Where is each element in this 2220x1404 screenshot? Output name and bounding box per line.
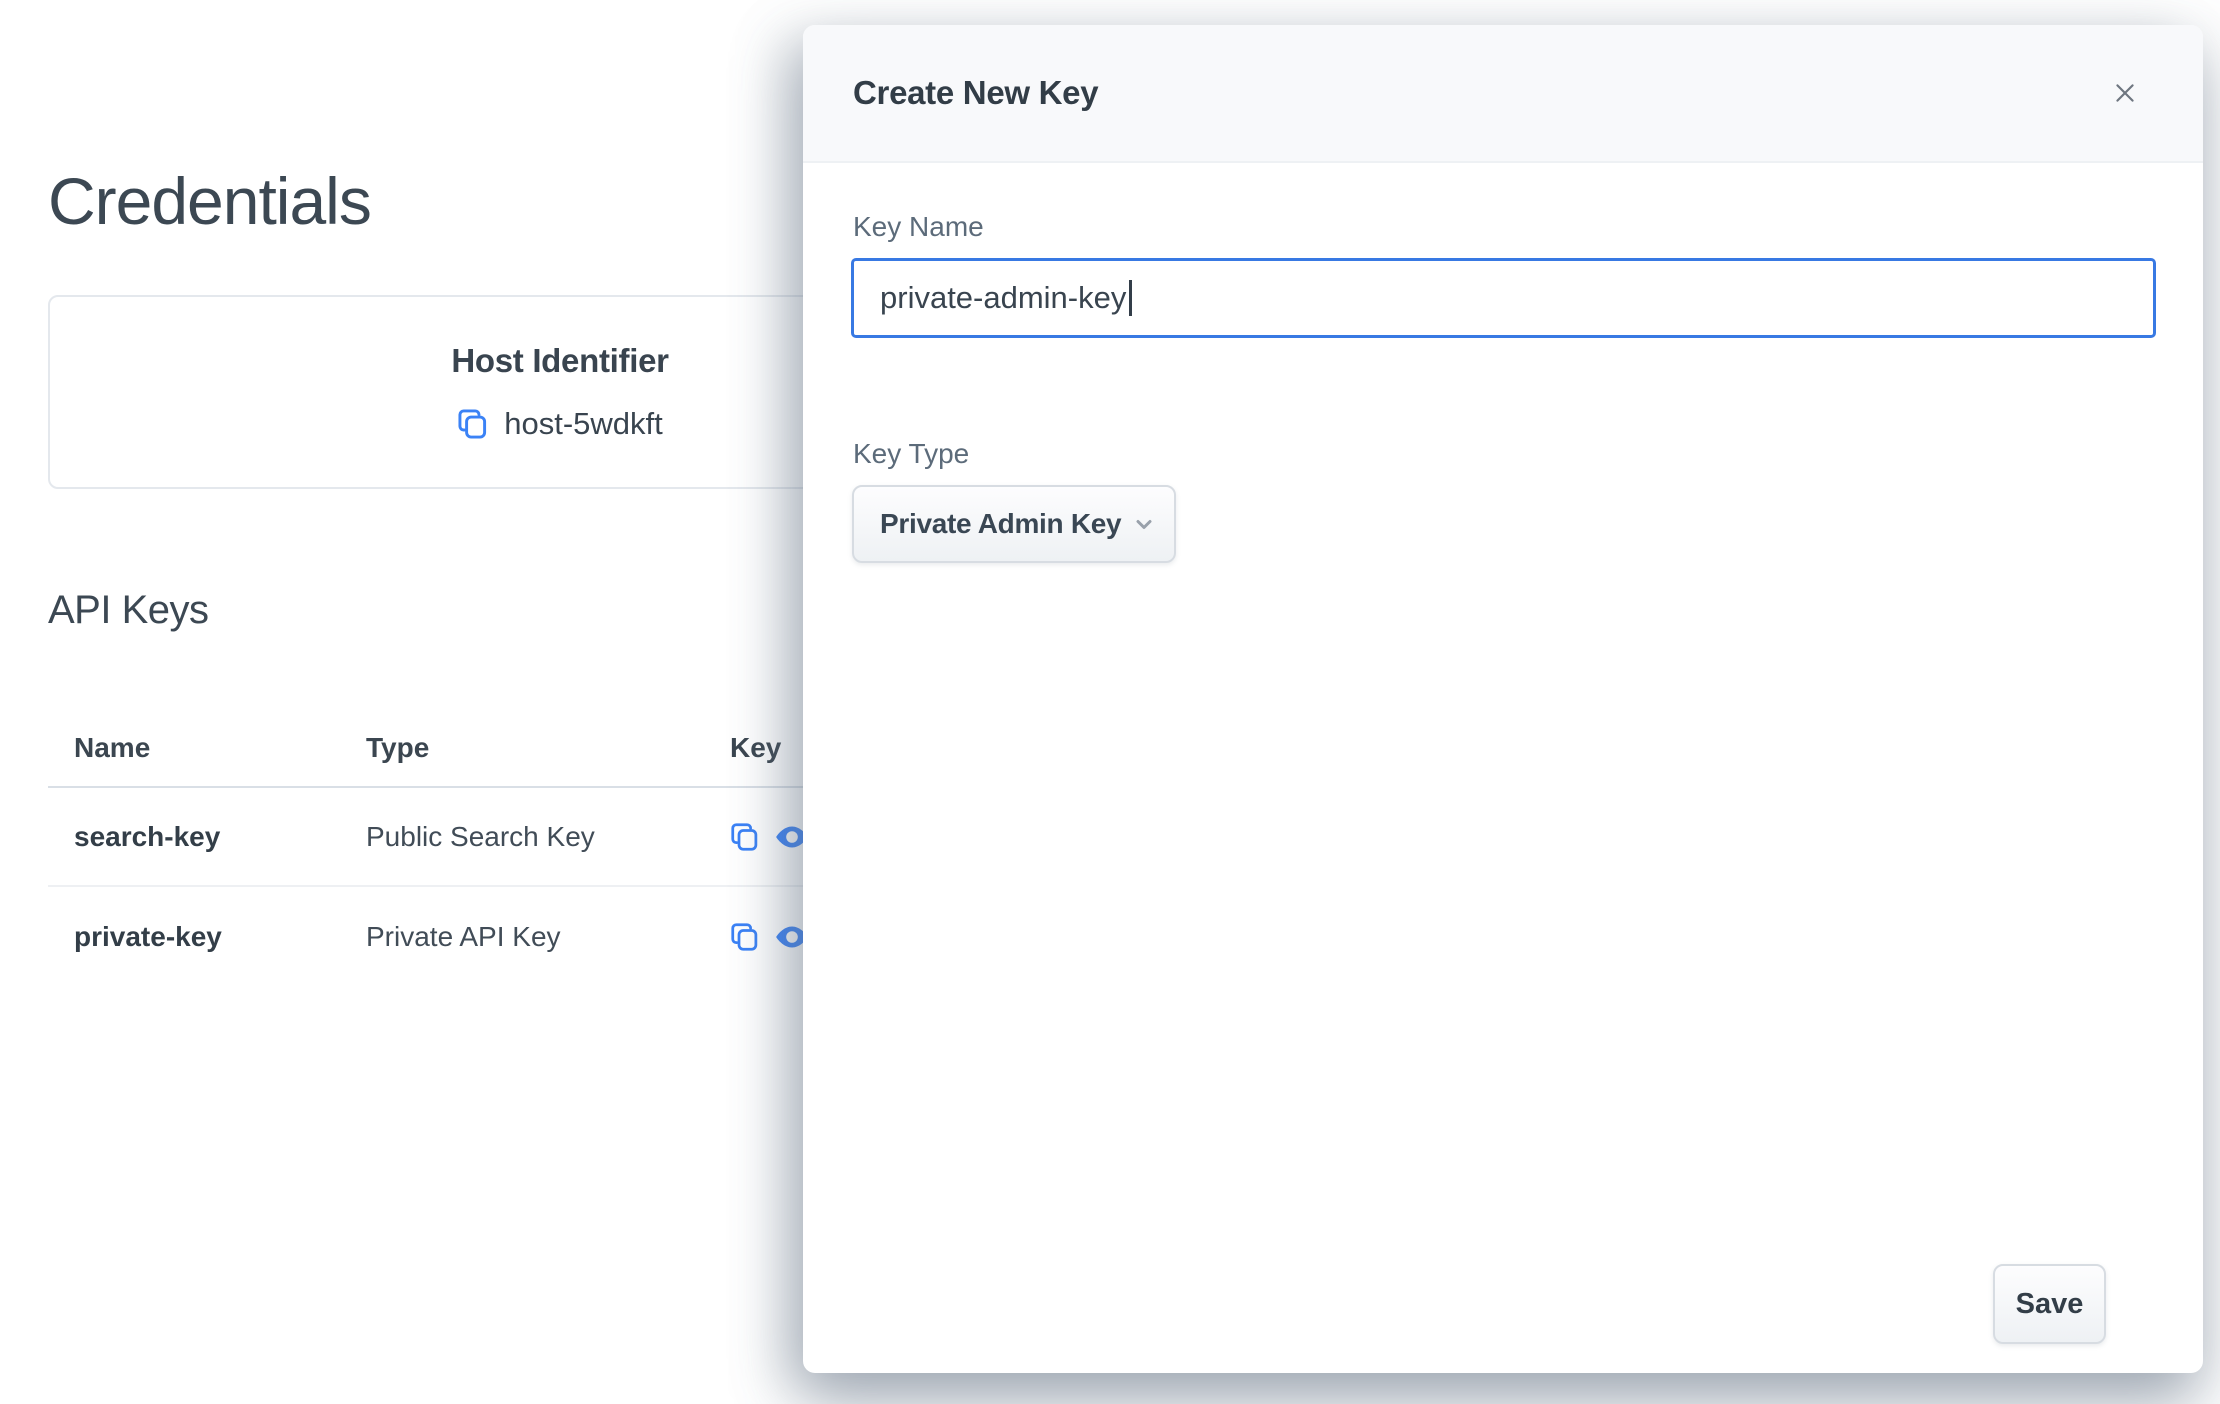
host-id-row: host-5wdkft: [457, 406, 663, 442]
page-title: Credentials: [48, 163, 371, 239]
key-type-label: Key Type: [853, 438, 969, 470]
close-icon: [2112, 80, 2138, 106]
key-type-selected-value: Private Admin Key: [880, 508, 1121, 540]
copy-icon: [457, 408, 489, 440]
close-drawer-button[interactable]: [2103, 71, 2147, 115]
key-name-cell: private-key: [74, 921, 366, 953]
text-cursor: [1129, 280, 1132, 316]
copy-icon: [730, 822, 760, 852]
drawer-header: Create New Key: [803, 25, 2203, 163]
host-id-value: host-5wdkft: [504, 406, 663, 442]
key-name-cell: search-key: [74, 821, 366, 853]
key-type-select[interactable]: Private Admin Key: [852, 485, 1176, 563]
credentials-page: Credentials Host Identifier host-5wdkft …: [0, 0, 2220, 1404]
key-name-label: Key Name: [853, 211, 984, 243]
save-button[interactable]: Save: [1993, 1264, 2106, 1344]
copy-key-button[interactable]: [730, 922, 760, 952]
column-header-type: Type: [366, 732, 730, 764]
copy-icon: [730, 922, 760, 952]
key-name-input-value: private-admin-key: [880, 280, 1126, 316]
api-keys-title: API Keys: [48, 588, 209, 633]
key-name-input[interactable]: private-admin-key: [851, 258, 2156, 338]
chevron-down-icon: [1132, 512, 1156, 536]
copy-key-button[interactable]: [730, 822, 760, 852]
copy-host-id-button[interactable]: [457, 408, 489, 440]
key-type-cell: Private API Key: [366, 921, 730, 953]
create-key-drawer: Create New Key Key Name private-admin-ke…: [803, 25, 2203, 1373]
column-header-name: Name: [74, 732, 366, 764]
key-type-cell: Public Search Key: [366, 821, 730, 853]
drawer-title: Create New Key: [853, 74, 1098, 112]
host-card-title: Host Identifier: [451, 342, 668, 380]
